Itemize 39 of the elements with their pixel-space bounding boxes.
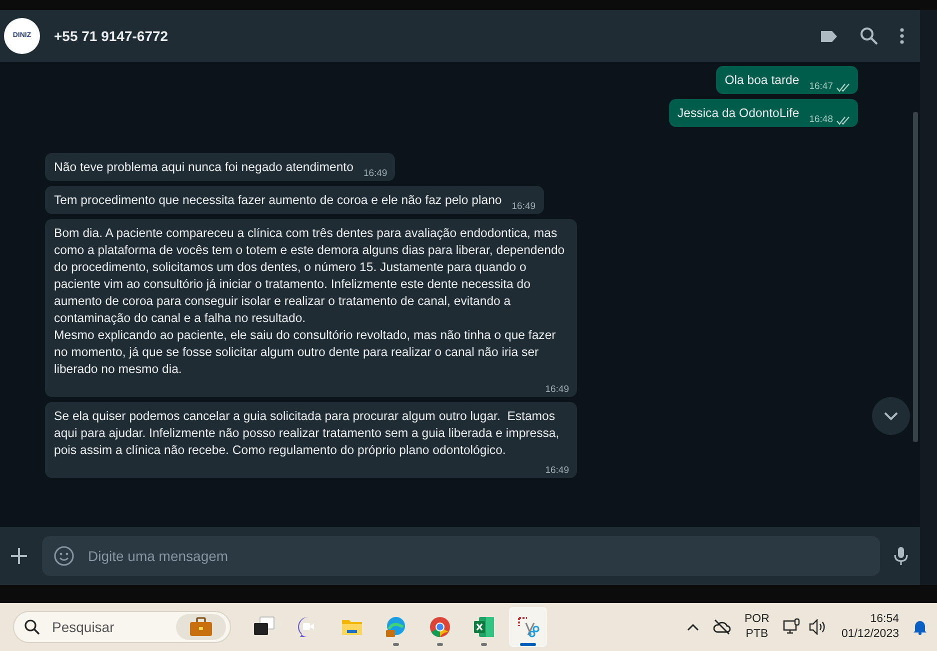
message-time: 16:49 <box>545 465 569 477</box>
briefcase-icon[interactable] <box>189 617 213 637</box>
speaker-icon[interactable] <box>809 619 828 635</box>
chevron-down-icon <box>884 412 898 420</box>
emoji-icon <box>54 546 74 566</box>
menu-icon[interactable] <box>900 28 904 44</box>
search-icon <box>24 619 40 635</box>
message-time: 16:47 <box>809 81 833 93</box>
network-icon[interactable] <box>783 618 802 636</box>
clock-time[interactable]: 16:54 <box>870 612 899 627</box>
browser-swirl-icon <box>384 615 408 639</box>
notification-bell-icon[interactable] <box>913 619 927 635</box>
scroll-down-button[interactable] <box>872 397 910 435</box>
taskbar-search-field[interactable]: Pesquisar <box>13 611 231 643</box>
microphone-icon[interactable] <box>894 546 908 566</box>
message-text: Jessica da OdontoLife <box>678 105 800 122</box>
message-time: 16:49 <box>363 168 388 180</box>
contact-name[interactable]: +55 71 9147-6772 <box>54 26 168 46</box>
scissors-crop-icon <box>516 615 540 639</box>
message-text: Ola boa tarde <box>724 72 800 89</box>
browser-circle-icon <box>428 615 452 639</box>
message-text: Não teve problema aqui nunca foi negado atendimento <box>54 159 354 176</box>
clock-date[interactable]: 01/12/2023 <box>841 627 899 642</box>
search-input[interactable]: Pesquisar <box>50 616 160 638</box>
input-language-indicator[interactable]: POR PTB <box>744 612 770 642</box>
message-text: Tem procedimento que necessita fazer aumento de coroa e ele não faz pelo plano <box>54 192 502 209</box>
message-time: 16:49 <box>545 384 569 396</box>
message-field[interactable]: Digite uma mensagem <box>42 536 880 576</box>
message-text: Bom dia. A paciente compareceu a clínica com três dentes para avaliação endodontica, mas como a plataforma de vocês tem o totem e este demora alguns dias para liberar, dependendo do procedimento, solicitamos um dos dentes, o número 15. Justamente para quando o paciente vim ao consultório já iniciar o tratamento. Infelizmente este dente necessita do aumento de coroa para conseguir isolar e realizar o tratamento de canal, evitando a contaminação do canal e a falha no resultado. Mesmo explicando ao paciente, ele saiu do consultório revoltado, mas não tinha o que fazer no momento, já que se fosse solicitar algum outro dente para realizar o canal não iria ser liberado no mesmo dia. <box>54 225 566 378</box>
message-time: 16:49 <box>512 201 536 213</box>
attach-icon[interactable] <box>10 547 28 565</box>
chevron-up-icon[interactable] <box>686 623 699 631</box>
label-icon[interactable] <box>820 30 838 42</box>
message-text: Se ela quiser podemos cancelar a guia solicitada para procurar algum outro lugar. Estamos aqui para ajudar. Infelizmente não posso realizar tratamento sem a guia liberada e impressa, pois assim a clínica não recebe. Como regulamento do próprio plano odontológico. <box>54 408 560 459</box>
search-icon[interactable] <box>860 27 878 45</box>
spreadsheet-icon <box>472 615 496 639</box>
scrollbar[interactable] <box>913 112 918 442</box>
cloud-off-icon[interactable] <box>712 619 731 635</box>
message-time: 16:48 <box>809 114 833 126</box>
